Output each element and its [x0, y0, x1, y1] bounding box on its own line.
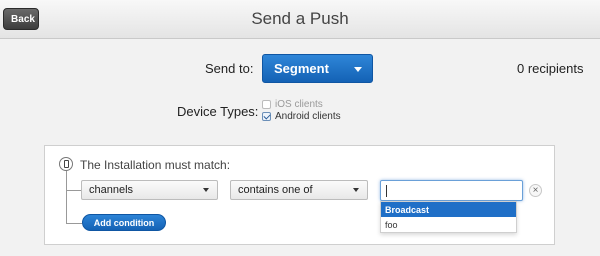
android-clients-option[interactable]: Android clients	[262, 111, 341, 122]
tree-branch	[66, 223, 82, 224]
chevron-down-icon	[203, 188, 209, 192]
tree-branch	[66, 190, 82, 191]
ios-clients-option[interactable]: iOS clients	[262, 99, 323, 110]
suggestion-item[interactable]: Broadcast	[381, 202, 516, 217]
chevron-down-icon	[354, 67, 362, 72]
field-select[interactable]: channels	[81, 180, 218, 200]
ios-clients-checkbox[interactable]	[262, 100, 271, 109]
add-condition-label: Add condition	[93, 217, 155, 228]
recipients-count: 0 recipients	[517, 61, 584, 76]
suggestion-list: Broadcast foo	[380, 201, 517, 233]
operator-select-value: contains one of	[238, 184, 313, 196]
phone-icon	[59, 157, 73, 171]
device-types-label: Device Types:	[177, 104, 259, 119]
operator-select[interactable]: contains one of	[230, 180, 368, 200]
chevron-down-icon	[353, 188, 359, 192]
text-cursor	[386, 185, 387, 197]
back-button-label: Back	[11, 13, 35, 25]
field-select-value: channels	[89, 184, 134, 196]
condition-heading: The Installation must match:	[80, 158, 231, 172]
remove-condition-button[interactable]: ×	[529, 184, 542, 197]
header-bar: Back Send a Push	[0, 0, 600, 39]
send-to-selected: Segment	[274, 61, 329, 76]
page-title: Send a Push	[251, 9, 349, 28]
android-clients-checkbox[interactable]	[262, 112, 271, 121]
add-condition-button[interactable]: Add condition	[82, 214, 166, 231]
ios-clients-label: iOS clients	[275, 99, 323, 110]
tree-connector	[66, 171, 67, 224]
suggestion-item[interactable]: foo	[381, 217, 516, 232]
condition-value-input[interactable]	[380, 180, 523, 201]
send-to-dropdown[interactable]: Segment	[262, 54, 373, 83]
android-clients-label: Android clients	[275, 111, 341, 122]
send-to-label: Send to:	[205, 61, 254, 76]
